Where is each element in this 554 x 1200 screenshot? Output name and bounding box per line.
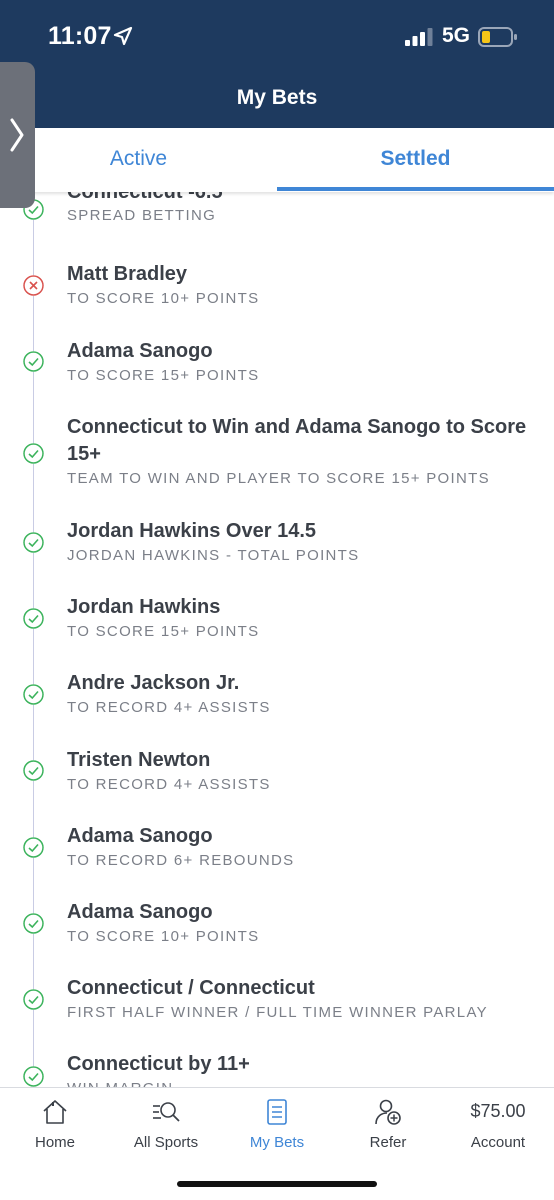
cellular-signal-icon (405, 28, 433, 46)
bet-market: TO RECORD 4+ ASSISTS (67, 699, 271, 716)
check-circle-icon (23, 837, 44, 858)
check-circle-icon (23, 351, 44, 372)
home-icon (43, 1100, 67, 1124)
check-circle-icon (23, 1066, 44, 1087)
bet-title: Adama Sanogo (67, 901, 213, 923)
network-type: 5G (442, 24, 471, 47)
active-tab-indicator (277, 187, 554, 191)
check-circle-icon (23, 989, 44, 1010)
app-header: 11:07 5G My Bets (0, 0, 554, 128)
battery-icon (478, 27, 517, 47)
tab-active[interactable]: Active (0, 128, 277, 192)
bet-market: TO SCORE 10+ POINTS (67, 290, 260, 307)
nav-home-label: Home (34, 1134, 75, 1151)
bet-title: Tristen Newton (67, 749, 211, 771)
bet-title: Adama Sanogo (67, 825, 213, 847)
nav-refer-label: Refer (369, 1134, 407, 1151)
bet-title: Matt Bradley (67, 263, 188, 285)
bet-status-tabs: Active Settled (0, 128, 554, 192)
bet-market: TO SCORE 15+ POINTS (67, 623, 260, 640)
search-list-icon (153, 1102, 180, 1122)
location-arrow-icon (113, 26, 133, 46)
nav-my-bets[interactable]: My Bets (222, 1088, 332, 1168)
account-balance: $75.00 (470, 1101, 526, 1121)
nav-account[interactable]: $75.00 Account (443, 1088, 553, 1168)
status-bar: 11:07 5G (0, 0, 554, 72)
bet-title: Connecticut / Connecticut (67, 977, 315, 999)
bet-title: Andre Jackson Jr. (67, 672, 240, 694)
bet-title: Jordan Hawkins (67, 596, 221, 618)
x-circle-icon (23, 275, 44, 296)
home-indicator[interactable] (177, 1181, 377, 1187)
bet-market: TEAM TO WIN AND PLAYER TO SCORE 15+ POIN… (67, 470, 490, 487)
check-circle-icon (23, 913, 44, 934)
settled-bets-list[interactable]: Connecticut -6.5 SPREAD BETTING Matt Bra… (0, 192, 554, 1087)
check-circle-icon (23, 443, 44, 464)
nav-my-bets-label: My Bets (249, 1134, 305, 1151)
nav-account-label: Account (470, 1134, 526, 1151)
bet-market: TO RECORD 6+ REBOUNDS (67, 852, 295, 869)
chevron-right-icon (10, 118, 24, 152)
bet-market: TO RECORD 4+ ASSISTS (67, 776, 271, 793)
bet-market: FIRST HALF WINNER / FULL TIME WINNER PAR… (67, 1004, 488, 1021)
page-title: My Bets (236, 86, 318, 109)
bet-market: WIN MARGIN (67, 1079, 173, 1087)
bet-title: Connecticut by 11+ (67, 1053, 250, 1075)
bet-title: Connecticut -6.5 (67, 192, 223, 203)
bet-market: JORDAN HAWKINS - TOTAL POINTS (67, 547, 360, 564)
bet-title: Adama Sanogo (67, 340, 213, 362)
bet-market: TO SCORE 10+ POINTS (67, 928, 260, 945)
check-circle-icon (23, 608, 44, 629)
bottom-tab-bar: Home All Sports My Bets Refer $75.00 Acc… (0, 1087, 554, 1200)
side-drawer-handle[interactable] (0, 62, 35, 208)
timeline-line (33, 192, 34, 1087)
nav-home[interactable]: Home (0, 1088, 110, 1168)
bet-title: Connecticut to Win and Adama Sanogo to S… (67, 416, 527, 465)
tab-settled[interactable]: Settled (277, 128, 554, 192)
nav-all-sports-label: All Sports (133, 1134, 199, 1151)
bet-market: SPREAD BETTING (67, 207, 217, 224)
status-time: 11:07 (48, 22, 112, 50)
bet-title: Jordan Hawkins Over 14.5 (67, 520, 317, 542)
add-user-icon (375, 1099, 401, 1125)
check-circle-icon (23, 760, 44, 781)
check-circle-icon (23, 532, 44, 553)
bet-market: TO SCORE 15+ POINTS (67, 367, 260, 384)
nav-all-sports[interactable]: All Sports (111, 1088, 221, 1168)
nav-refer[interactable]: Refer (333, 1088, 443, 1168)
bet-slip-icon (267, 1099, 287, 1125)
check-circle-icon (23, 684, 44, 705)
